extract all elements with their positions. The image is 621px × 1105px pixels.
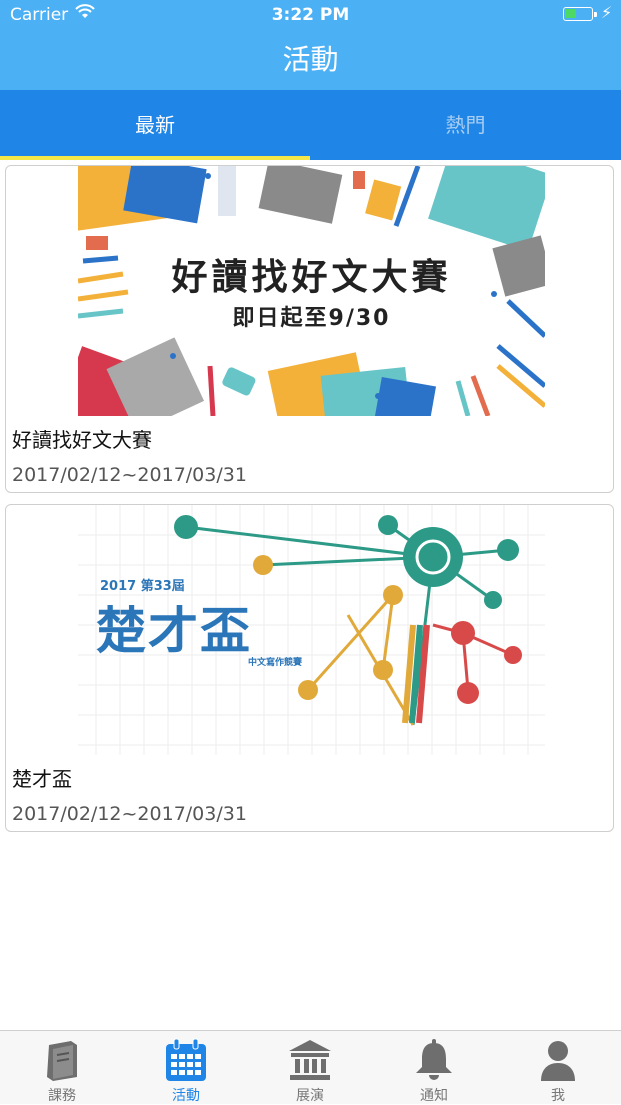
tab-notifications[interactable]: 通知 bbox=[372, 1031, 496, 1105]
battery-icon bbox=[563, 7, 593, 21]
activity-date: 2017/02/12~2017/03/31 bbox=[12, 464, 247, 486]
tab-label: 活動 bbox=[172, 1088, 200, 1104]
segment-tabs: 最新 熱門 bbox=[0, 90, 621, 160]
tab-label: 通知 bbox=[420, 1088, 448, 1104]
tab-popular[interactable]: 熱門 bbox=[310, 90, 621, 160]
banner-subline: 即日起至9/30 bbox=[232, 306, 391, 331]
calendar-icon bbox=[166, 1038, 206, 1081]
bell-icon bbox=[416, 1039, 452, 1080]
battery-level bbox=[565, 9, 576, 18]
activity-title: 好讀找好文大賽 bbox=[12, 428, 152, 452]
activity-banner[interactable]: 好讀找好文大賽 即日起至9/30 bbox=[78, 166, 545, 416]
charging-icon: ⚡ bbox=[601, 3, 613, 22]
tab-bar: 課務 活動 展演 通知 我 bbox=[0, 1030, 621, 1104]
banner-headline: 好讀找好文大賽 bbox=[171, 257, 452, 298]
activity-title: 楚才盃 bbox=[12, 767, 72, 791]
tab-label: 我 bbox=[551, 1088, 565, 1104]
person-icon bbox=[541, 1041, 575, 1081]
banner-subline: 中文寫作競賽 bbox=[248, 658, 303, 668]
page-title: 活動 bbox=[282, 43, 339, 76]
museum-icon bbox=[289, 1040, 331, 1080]
tab-label: 展演 bbox=[296, 1088, 324, 1104]
battery-tip bbox=[594, 12, 597, 17]
header: Carrier 3:22 PM ⚡ 活動 bbox=[0, 0, 621, 90]
activity-card[interactable]: 2017 第33屆 楚才盃 中文寫作競賽 楚才盃 2017/02/12~2017… bbox=[5, 504, 614, 832]
clock: 3:22 PM bbox=[271, 5, 350, 25]
status-bar: Carrier 3:22 PM ⚡ bbox=[0, 0, 621, 32]
tab-performances[interactable]: 展演 bbox=[248, 1031, 372, 1105]
activity-card[interactable]: 好讀找好文大賽 即日起至9/30 好讀找好文大賽 2017/02/12~2017… bbox=[5, 165, 614, 493]
tab-indicator bbox=[0, 156, 310, 160]
tab-label: 課務 bbox=[48, 1088, 76, 1104]
activity-date: 2017/02/12~2017/03/31 bbox=[12, 803, 247, 825]
tab-activities[interactable]: 活動 bbox=[124, 1031, 248, 1105]
book-icon bbox=[47, 1041, 77, 1081]
tab-me[interactable]: 我 bbox=[496, 1031, 620, 1105]
tab-latest[interactable]: 最新 bbox=[0, 90, 310, 160]
banner-headline: 楚才盃 bbox=[96, 602, 252, 660]
tab-courses[interactable]: 課務 bbox=[0, 1031, 124, 1105]
activity-banner[interactable]: 2017 第33屆 楚才盃 中文寫作競賽 bbox=[78, 505, 545, 755]
